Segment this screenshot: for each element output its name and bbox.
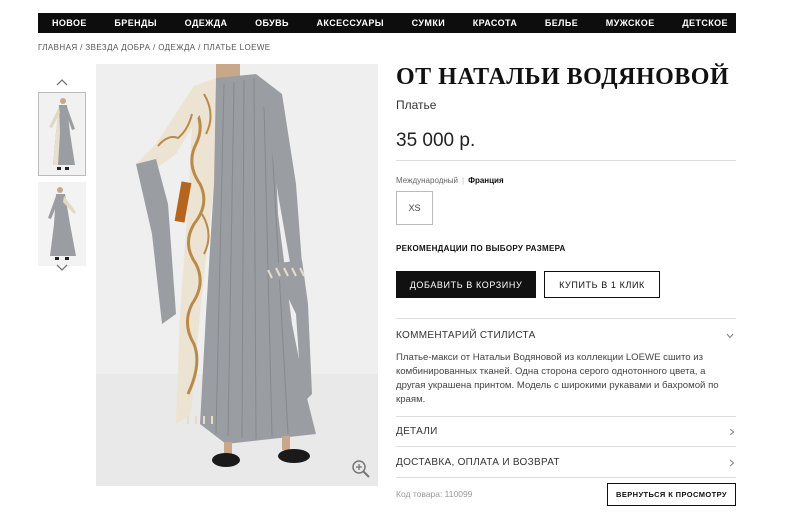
tab-separator: | bbox=[462, 176, 465, 185]
chevron-right-icon[interactable] bbox=[729, 459, 735, 467]
top-navigation: НОВОЕ БРЕНДЫ ОДЕЖДА ОБУВЬ АКСЕССУАРЫ СУМ… bbox=[38, 13, 736, 33]
dress-thumbnail-image bbox=[39, 93, 85, 175]
nav-item-lingerie[interactable]: БЕЛЬЕ bbox=[545, 18, 578, 28]
tab-france[interactable]: Франция bbox=[468, 176, 504, 185]
size-option-xs[interactable]: XS bbox=[396, 191, 433, 225]
divider bbox=[396, 160, 736, 161]
chevron-down-icon[interactable] bbox=[726, 333, 734, 339]
nav-item-accessories[interactable]: АКСЕССУАРЫ bbox=[317, 18, 385, 28]
nav-item-new[interactable]: НОВОЕ bbox=[52, 18, 87, 28]
dress-photo bbox=[96, 64, 378, 486]
accordion-details[interactable]: ДЕТАЛИ bbox=[396, 426, 438, 437]
tab-international[interactable]: Международный bbox=[396, 176, 458, 185]
buy-one-click-button[interactable]: КУПИТЬ В 1 КЛИК bbox=[544, 271, 660, 298]
add-to-cart-button[interactable]: ДОБАВИТЬ В КОРЗИНУ bbox=[396, 271, 536, 298]
size-system-tabs: Международный | Франция bbox=[396, 176, 504, 185]
size-guide-link[interactable]: РЕКОМЕНДАЦИИ ПО ВЫБОРУ РАЗМЕРА bbox=[396, 244, 566, 253]
divider bbox=[396, 416, 736, 417]
nav-item-clothing[interactable]: ОДЕЖДА bbox=[185, 18, 228, 28]
divider bbox=[396, 446, 736, 447]
breadcrumb[interactable]: ГЛАВНАЯ / ЗВЕЗДА ДОБРА / ОДЕЖДА / ПЛАТЬЕ… bbox=[38, 43, 271, 52]
dress-thumbnail-image bbox=[38, 182, 86, 266]
nav-item-beauty[interactable]: КРАСОТА bbox=[473, 18, 518, 28]
accordion-stylist-comment[interactable]: КОММЕНТАРИЙ СТИЛИСТА bbox=[396, 330, 536, 341]
nav-item-brands[interactable]: БРЕНДЫ bbox=[114, 18, 157, 28]
zoom-in-icon[interactable] bbox=[350, 458, 372, 480]
divider bbox=[396, 477, 736, 478]
accordion-delivery[interactable]: ДОСТАВКА, ОПЛАТА И ВОЗВРАТ bbox=[396, 457, 560, 468]
product-code: Код товара: 110099 bbox=[396, 489, 473, 499]
chevron-right-icon[interactable] bbox=[729, 428, 735, 436]
back-to-browsing-button[interactable]: ВЕРНУТЬСЯ К ПРОСМОТРУ bbox=[607, 483, 736, 506]
product-price: 35 000 р. bbox=[396, 130, 476, 151]
nav-item-shoes[interactable]: ОБУВЬ bbox=[255, 18, 289, 28]
nav-item-kids[interactable]: ДЕТСКОЕ bbox=[682, 18, 728, 28]
divider bbox=[396, 318, 736, 319]
nav-item-men[interactable]: МУЖСКОЕ bbox=[606, 18, 655, 28]
main-product-photo[interactable] bbox=[96, 64, 378, 486]
product-title: ОТ НАТАЛЬИ ВОДЯНОВОЙ bbox=[396, 64, 730, 90]
thumbnail-front[interactable] bbox=[38, 92, 86, 176]
thumbnail-side[interactable] bbox=[38, 182, 86, 266]
nav-item-bags[interactable]: СУМКИ bbox=[412, 18, 445, 28]
chevron-up-icon[interactable] bbox=[56, 78, 68, 86]
stylist-comment-text: Платье-макси от Натальи Водяновой из кол… bbox=[396, 352, 719, 405]
product-type: Платье bbox=[396, 98, 437, 112]
chevron-down-icon[interactable] bbox=[56, 264, 68, 272]
